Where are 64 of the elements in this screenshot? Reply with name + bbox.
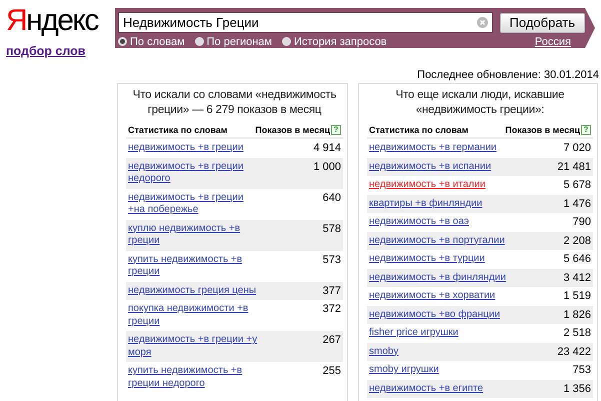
count-cell: 573 [322,254,341,266]
phrase-link[interactable]: квартиры +в финляндии [369,198,482,210]
phrase-link[interactable]: недвижимость +в греции недорого [128,160,258,186]
clear-icon[interactable] [476,17,488,28]
count-cell: 2 518 [563,327,591,340]
phrase-link[interactable]: недвижимость +в греции +на побережье [128,192,258,216]
count-cell: 2 208 [563,234,591,247]
phrase-link[interactable]: недвижимость +в греции +у моря [128,334,258,359]
submit-button[interactable]: Подобрать [500,12,585,32]
phrase-link[interactable]: недвижимость греция цены [128,284,256,297]
column-header: Статистика по словам [369,125,468,135]
count-cell: 578 [322,222,341,235]
count-cell: 5 646 [563,253,591,266]
count-cell: 1 476 [563,198,591,210]
count-cell: 753 [572,364,591,376]
count-cell: 7 020 [563,142,591,154]
count-cell: 790 [572,216,591,228]
count-cell: 3 412 [563,272,591,284]
column-header: Статистика по словам [128,125,228,135]
count-cell: 21 481 [557,160,591,173]
phrase-link[interactable]: недвижимость +в египте [369,382,484,395]
yandex-logo[interactable]: Яндекс [6,6,115,36]
phrase-link[interactable]: smoby [369,346,398,358]
help-icon[interactable]: ? [331,125,341,135]
count-cell: 255 [322,365,341,378]
subtitle-link[interactable]: подбор слов [6,44,86,58]
mode-radio[interactable]: История запросов [282,36,387,48]
column-header: Показов в месяц [505,125,580,135]
phrase-link[interactable]: недвижимость +в испании [369,160,492,173]
phrase-link[interactable]: недвижимость +в оаэ [369,216,470,228]
count-cell: 377 [322,284,341,297]
phrase-link[interactable]: куплю недвижимость +в греции [128,222,258,248]
phrase-link[interactable]: купить недвижимость +в греции недорого [128,365,258,390]
phrase-link[interactable]: smoby игрушки [369,364,439,376]
phrase-link[interactable]: покупка недвижимости +в греции [128,303,258,328]
phrase-link[interactable]: недвижимость +в турции [369,253,485,266]
phrase-link[interactable]: недвижимость +в финляндии [369,272,506,284]
count-cell: 372 [322,303,341,316]
column-header: Показов в месяц [255,125,330,135]
phrase-link[interactable]: недвижимость +в германии [369,142,496,154]
mode-radio[interactable]: По словам [118,36,185,48]
phrase-link[interactable]: недвижимость +во франции [369,308,500,321]
help-icon[interactable]: ? [581,125,591,135]
count-cell: 5 678 [563,179,591,192]
phrase-link[interactable]: недвижимость +в италии [369,179,486,192]
panel-title: Что искали со словами «недвижимость греции» — 6 279 показов в месяц [132,88,338,118]
phrase-link[interactable]: fisher price игрушки [369,327,458,340]
count-cell: 1 356 [563,382,591,395]
count-cell: 23 422 [557,346,591,358]
region-link[interactable]: Россия [534,36,571,48]
count-cell: 1 519 [563,290,591,302]
count-cell: 640 [322,192,341,204]
count-cell: 4 914 [313,142,341,154]
count-cell: 267 [322,334,341,346]
search-field[interactable]: Недвижимость Греции [118,12,493,33]
phrase-link[interactable]: недвижимость +в хорватии [369,290,496,302]
panel-title: Что еще искали люди, искавшие «недвижимость греции»: [394,88,566,118]
phrase-link[interactable]: недвижимость +в греции [128,142,244,154]
phrase-link[interactable]: недвижимость +в португалии [369,234,505,247]
count-cell: 1 826 [563,308,591,321]
count-cell: 1 000 [313,160,341,173]
last-update-text: Последнее обновление: 30.01.2014 [417,69,599,83]
phrase-link[interactable]: купить недвижимость +в греции [128,254,258,278]
mode-radio[interactable]: По регионам [194,36,272,48]
